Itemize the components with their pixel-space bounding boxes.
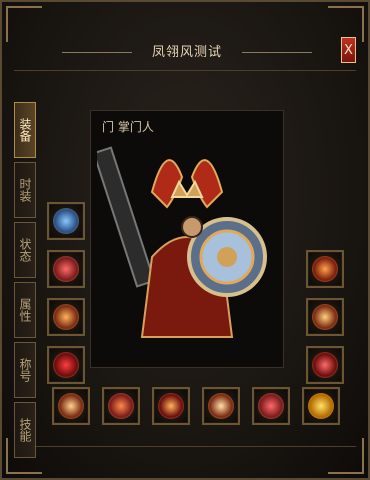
necklace-icon [312,256,338,282]
equipment-slot-bracelet[interactable] [47,298,85,336]
equipment-slot-gloves[interactable] [152,387,190,425]
helmet-icon [58,393,84,419]
character-avatar [97,146,267,338]
charm-icon [208,393,234,419]
talisman-icon [308,393,334,419]
character-window: 凤翎风测试 X 装备 时装 状态 属性 称号 技能 门 掌门人 [0,0,370,480]
bracelet-icon [53,304,79,330]
tab-equipment[interactable]: 装备 [14,102,36,158]
boots-icon [53,352,79,378]
frame-corner [6,6,42,42]
side-tabs: 装备 时装 状态 属性 称号 技能 [14,102,36,462]
window-title: 凤翎风测试 [151,45,222,60]
tab-fashion[interactable]: 时装 [14,162,36,218]
tab-status[interactable]: 状态 [14,222,36,278]
equipment-slot-ring-right[interactable] [306,346,344,384]
equipment-slot-talisman[interactable] [302,387,340,425]
equipment-slot-bracelet-right[interactable] [306,298,344,336]
gloves-icon [158,393,184,419]
close-button[interactable]: X [341,37,356,63]
bracelet-icon [312,304,338,330]
tab-skills[interactable]: 技能 [14,402,36,458]
divider [14,446,356,447]
equipment-slot-boots[interactable] [47,346,85,384]
title-bar: 凤翎风测试 [62,42,312,64]
title-divider [242,52,312,53]
frame-corner [328,438,364,474]
equipment-slot-belt[interactable] [102,387,140,425]
equipment-slot-amulet[interactable] [47,202,85,240]
ring-icon [53,256,79,282]
tab-attributes[interactable]: 属性 [14,282,36,338]
medal-icon [258,393,284,419]
divider [14,70,356,71]
belt-icon [108,393,134,419]
equipment-slot-necklace[interactable] [306,250,344,288]
equipment-slot-medal[interactable] [252,387,290,425]
ring-icon [312,352,338,378]
character-name: 门 掌门人 [102,120,154,134]
tab-title[interactable]: 称号 [14,342,36,398]
title-divider [62,52,132,53]
equipment-slot-ring[interactable] [47,250,85,288]
equipment-slot-charm[interactable] [202,387,240,425]
amulet-icon [53,208,79,234]
equipment-slot-helmet[interactable] [52,387,90,425]
